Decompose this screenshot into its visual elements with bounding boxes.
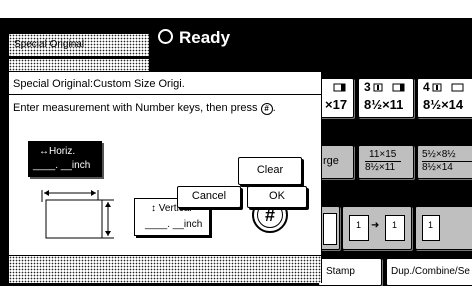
cancel-label: Cancel [191, 190, 227, 202]
tab-special-original[interactable]: Special Original [8, 33, 150, 57]
cancel-button[interactable]: Cancel [177, 186, 241, 208]
paper-button-tray3[interactable]: 3 8½×11 [358, 78, 414, 118]
tray-icon [333, 83, 346, 92]
ratio-button-1[interactable]: 11×15 8½×11 [358, 145, 414, 179]
page-icon: 1 [422, 215, 440, 241]
tray-icon [373, 83, 405, 92]
tray-number: 4 [423, 80, 430, 94]
clear-button[interactable]: Clear [238, 157, 302, 185]
status-ready: Ready [158, 28, 230, 48]
instruction-period: . [272, 102, 276, 114]
top-bar [0, 0, 472, 18]
dialog-title-divider [9, 94, 321, 95]
horizontal-size-button[interactable]: ↔Horiz. ____. __inch [28, 141, 102, 177]
status-circle-icon [158, 29, 173, 44]
page-icon [323, 213, 337, 245]
horizontal-value: ____. __inch [33, 160, 91, 171]
tab-label: Special Original [14, 39, 85, 50]
enlarge-label: rge [323, 155, 339, 167]
page-number: 1 [392, 220, 398, 230]
page-number: 1 [356, 220, 362, 230]
tray-number: 3 [364, 80, 371, 94]
horizontal-label: ↔Horiz. [39, 146, 76, 157]
dup-combine-button[interactable]: Dup./Combine/Se [386, 258, 472, 286]
status-text: Ready [179, 28, 231, 47]
ok-label: OK [269, 190, 285, 202]
stamp-label: Stamp [326, 266, 355, 277]
duplex-button-2[interactable]: 1 ➜ 1 [342, 206, 412, 250]
dialog-title: Special Original:Custom Size Origi. [13, 78, 185, 90]
paper-dimension-diagram [41, 190, 114, 239]
ratio-bottom: 8½×11 [365, 162, 396, 173]
page-icon: 1 [385, 215, 405, 241]
ratio-bottom: 8½×14 [422, 162, 453, 173]
ratio-top: 5½×8½ [422, 149, 456, 160]
duplex-button-3[interactable]: 1 [415, 206, 472, 250]
page-icon: 1 [349, 215, 369, 241]
paper-button-tray4[interactable]: 4 8½×14 [417, 78, 472, 118]
instruction-text: Enter measurement with Number keys, then… [13, 102, 258, 114]
ratio-button-2[interactable]: 5½×8½ 8½×14 [417, 145, 472, 179]
page-number: 1 [428, 220, 434, 230]
hash-key-icon: # [260, 103, 273, 115]
paper-size-label: 8½×14 [423, 97, 464, 112]
dialog-footer [9, 255, 321, 283]
tray-icon [432, 83, 464, 92]
paper-size-label: 8½×11 [364, 97, 404, 112]
ratio-top: 11×15 [369, 149, 397, 160]
ok-button[interactable]: OK [247, 186, 307, 208]
stamp-button[interactable]: Stamp [318, 258, 382, 286]
paper-size-label: ×17 [325, 97, 348, 112]
arrow-right-icon: ➜ [371, 220, 380, 231]
dup-combine-label: Dup./Combine/Se [391, 266, 470, 277]
vertical-value: ____. __inch [145, 219, 203, 230]
dialog-instruction: Enter measurement with Number keys, then… [13, 102, 276, 115]
clear-label: Clear [256, 164, 284, 176]
